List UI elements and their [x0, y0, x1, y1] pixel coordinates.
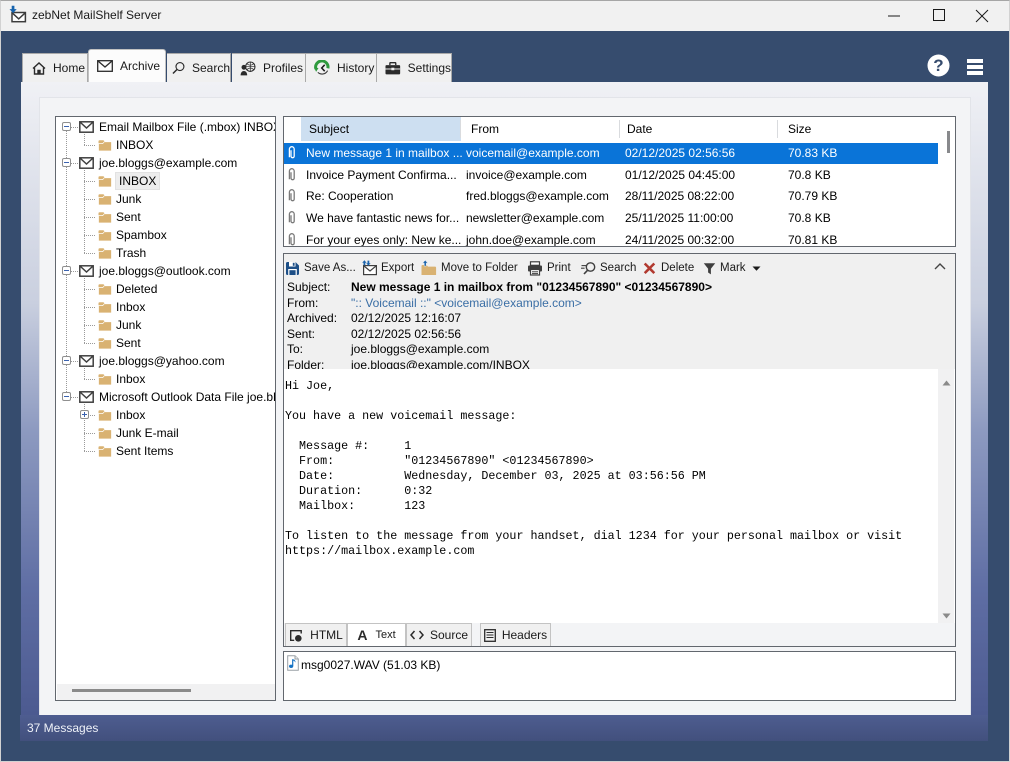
svg-text:?: ?: [933, 56, 943, 75]
